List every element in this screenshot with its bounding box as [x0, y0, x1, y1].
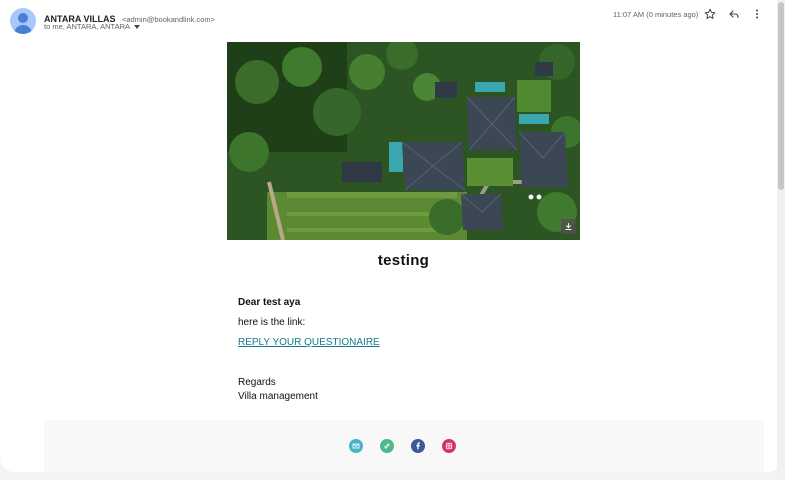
scrollbar[interactable]	[777, 0, 785, 480]
email-title: testing	[377, 252, 430, 269]
recipients-text: to me, ANTARA, ANTARA	[44, 22, 130, 31]
more-vert-icon[interactable]	[749, 6, 765, 22]
timestamp: 11:07 AM (0 minutes ago)	[613, 10, 699, 19]
caret-down-icon[interactable]	[134, 24, 140, 29]
sender-avatar[interactable]	[10, 8, 36, 34]
facebook-icon[interactable]	[411, 439, 425, 453]
signature-text: Villa management	[238, 391, 318, 402]
aerial-villa-photo[interactable]	[227, 42, 580, 240]
email-message: ANTARA VILLAS <admin@bookandlink.com> to…	[0, 0, 782, 472]
scrollbar-thumb[interactable]	[778, 2, 784, 190]
intro-text: here is the link:	[238, 317, 306, 328]
recipients-toggle[interactable]: to me, ANTARA, ANTARA	[44, 22, 140, 31]
questionnaire-link[interactable]: REPLY YOUR QUESTIONAIRE	[238, 337, 380, 348]
email-footer	[44, 420, 764, 472]
regards-text: Regards	[238, 377, 276, 388]
greeting-text: Dear test aya	[238, 297, 301, 308]
reply-icon[interactable]	[726, 6, 742, 22]
download-icon[interactable]	[561, 219, 576, 234]
instagram-icon[interactable]	[442, 439, 456, 453]
star-icon[interactable]	[702, 6, 718, 22]
email-icon[interactable]	[349, 439, 363, 453]
link-icon[interactable]	[380, 439, 394, 453]
avatar-body	[14, 25, 32, 34]
avatar-head	[18, 13, 28, 23]
